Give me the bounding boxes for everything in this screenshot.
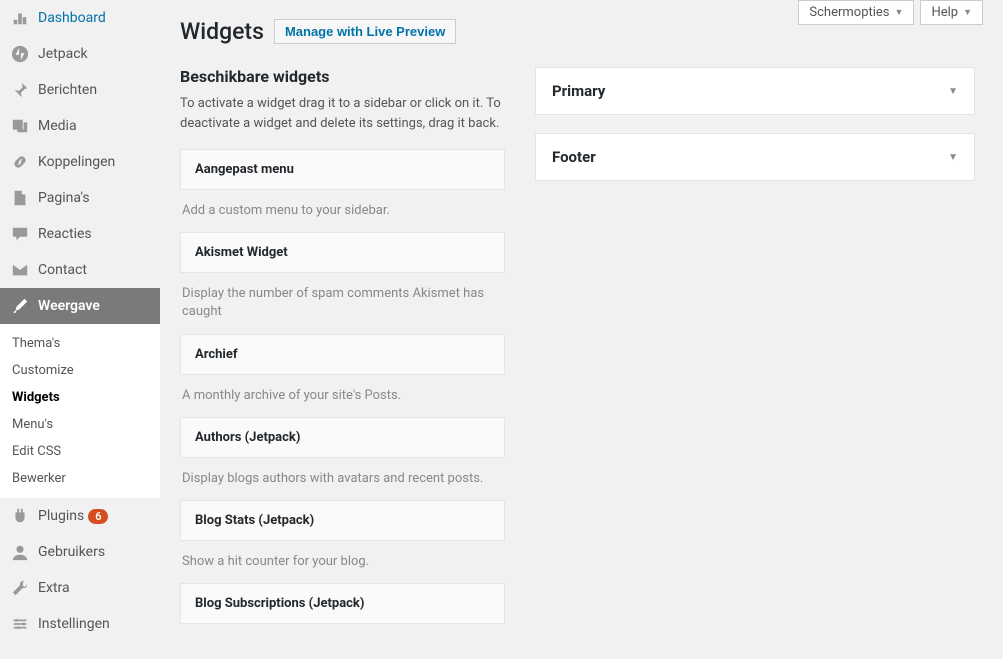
widget-title: Aangepast menu — [195, 162, 490, 177]
widget-item[interactable]: Authors (Jetpack) — [180, 417, 505, 458]
submenu-item-customize[interactable]: Customize — [0, 357, 160, 384]
sidebar-item-label: Media — [38, 118, 77, 134]
submenu-item-editcss[interactable]: Edit CSS — [0, 438, 160, 465]
sidebar-item-label: Plugins — [38, 508, 84, 524]
brush-icon — [10, 296, 30, 316]
widget-title: Blog Subscriptions (Jetpack) — [195, 596, 490, 611]
sidebar-item-label: Weergave — [38, 298, 100, 314]
sidebar-item-links[interactable]: Koppelingen — [0, 144, 160, 180]
sidebar-item-posts[interactable]: Berichten — [0, 72, 160, 108]
widget-title: Blog Stats (Jetpack) — [195, 513, 490, 528]
settings-icon — [10, 614, 30, 634]
pin-icon — [10, 80, 30, 100]
submenu-item-themes[interactable]: Thema's — [0, 330, 160, 357]
appearance-submenu: Thema's Customize Widgets Menu's Edit CS… — [0, 324, 160, 498]
mail-icon — [10, 260, 30, 280]
available-widgets-description: To activate a widget drag it to a sideba… — [180, 94, 505, 133]
wrench-icon — [10, 578, 30, 598]
page-icon — [10, 188, 30, 208]
submenu-item-editor[interactable]: Bewerker — [0, 465, 160, 492]
widget-description: Add a custom menu to your sidebar. — [180, 190, 505, 232]
submenu-item-widgets[interactable]: Widgets — [0, 384, 160, 411]
sidebar-item-users[interactable]: Gebruikers — [0, 534, 160, 570]
sidebar-item-dashboard[interactable]: Dashboard — [0, 0, 160, 36]
sidebar-item-jetpack[interactable]: Jetpack — [0, 36, 160, 72]
top-toolbar: Schermopties ▼ Help ▼ — [798, 0, 983, 25]
sidebar-item-label: Pagina's — [38, 190, 90, 206]
widget-areas-column: Primary ▼ Footer ▼ — [535, 67, 975, 624]
chevron-down-icon: ▼ — [963, 7, 972, 18]
page-title: Widgets — [180, 18, 264, 45]
sidebar-item-label: Gebruikers — [38, 544, 105, 560]
available-widgets-heading: Beschikbare widgets — [180, 67, 505, 86]
sidebar-item-contact[interactable]: Contact — [0, 252, 160, 288]
sidebar-item-media[interactable]: Media — [0, 108, 160, 144]
user-icon — [10, 542, 30, 562]
sidebar-item-label: Dashboard — [38, 10, 106, 26]
widget-area-primary[interactable]: Primary ▼ — [535, 67, 975, 115]
plugin-count-badge: 6 — [88, 509, 108, 524]
chevron-down-icon: ▼ — [948, 152, 958, 163]
chevron-down-icon: ▼ — [948, 86, 958, 97]
sidebar-item-settings[interactable]: Instellingen — [0, 606, 160, 642]
button-label: Schermopties — [809, 5, 889, 20]
button-label: Help — [931, 5, 958, 20]
sidebar-item-tools[interactable]: Extra — [0, 570, 160, 606]
widget-description: A monthly archive of your site's Posts. — [180, 375, 505, 417]
sidebar-item-label: Reacties — [38, 226, 92, 242]
plugin-icon — [10, 506, 30, 526]
admin-sidebar: Dashboard Jetpack Berichten Media Koppel… — [0, 0, 160, 659]
comment-icon — [10, 224, 30, 244]
widget-item[interactable]: Blog Stats (Jetpack) — [180, 500, 505, 541]
widget-item[interactable]: Akismet Widget — [180, 232, 505, 273]
sidebar-item-pages[interactable]: Pagina's — [0, 180, 160, 216]
sidebar-item-label: Berichten — [38, 82, 97, 98]
widget-description: Display the number of spam comments Akis… — [180, 273, 505, 333]
widget-description: Show a hit counter for your blog. — [180, 541, 505, 583]
sidebar-item-label: Koppelingen — [38, 154, 115, 170]
manage-live-preview-button[interactable]: Manage with Live Preview — [274, 19, 456, 44]
screen-options-button[interactable]: Schermopties ▼ — [798, 0, 914, 25]
sidebar-item-appearance[interactable]: Weergave — [0, 288, 160, 324]
sidebar-item-label: Jetpack — [38, 46, 88, 62]
widget-area-footer[interactable]: Footer ▼ — [535, 133, 975, 181]
widget-area-title: Primary — [552, 82, 605, 100]
chevron-down-icon: ▼ — [895, 7, 904, 18]
available-widgets-column: Beschikbare widgets To activate a widget… — [180, 67, 505, 624]
widget-item[interactable]: Archief — [180, 334, 505, 375]
sidebar-item-plugins[interactable]: Plugins 6 — [0, 498, 160, 534]
sidebar-item-comments[interactable]: Reacties — [0, 216, 160, 252]
main-content: Schermopties ▼ Help ▼ Widgets Manage wit… — [160, 0, 1003, 659]
jetpack-icon — [10, 44, 30, 64]
widget-description: Display blogs authors with avatars and r… — [180, 458, 505, 500]
dashboard-icon — [10, 8, 30, 28]
sidebar-item-label: Instellingen — [38, 616, 110, 632]
widget-area-title: Footer — [552, 148, 596, 166]
submenu-item-menus[interactable]: Menu's — [0, 411, 160, 438]
link-icon — [10, 152, 30, 172]
widget-title: Akismet Widget — [195, 245, 490, 260]
sidebar-item-label: Extra — [38, 580, 70, 596]
sidebar-item-label: Contact — [38, 262, 87, 278]
widget-title: Authors (Jetpack) — [195, 430, 490, 445]
widget-title: Archief — [195, 347, 490, 362]
help-button[interactable]: Help ▼ — [920, 0, 983, 25]
widget-item[interactable]: Aangepast menu — [180, 149, 505, 190]
media-icon — [10, 116, 30, 136]
widget-item[interactable]: Blog Subscriptions (Jetpack) — [180, 583, 505, 624]
